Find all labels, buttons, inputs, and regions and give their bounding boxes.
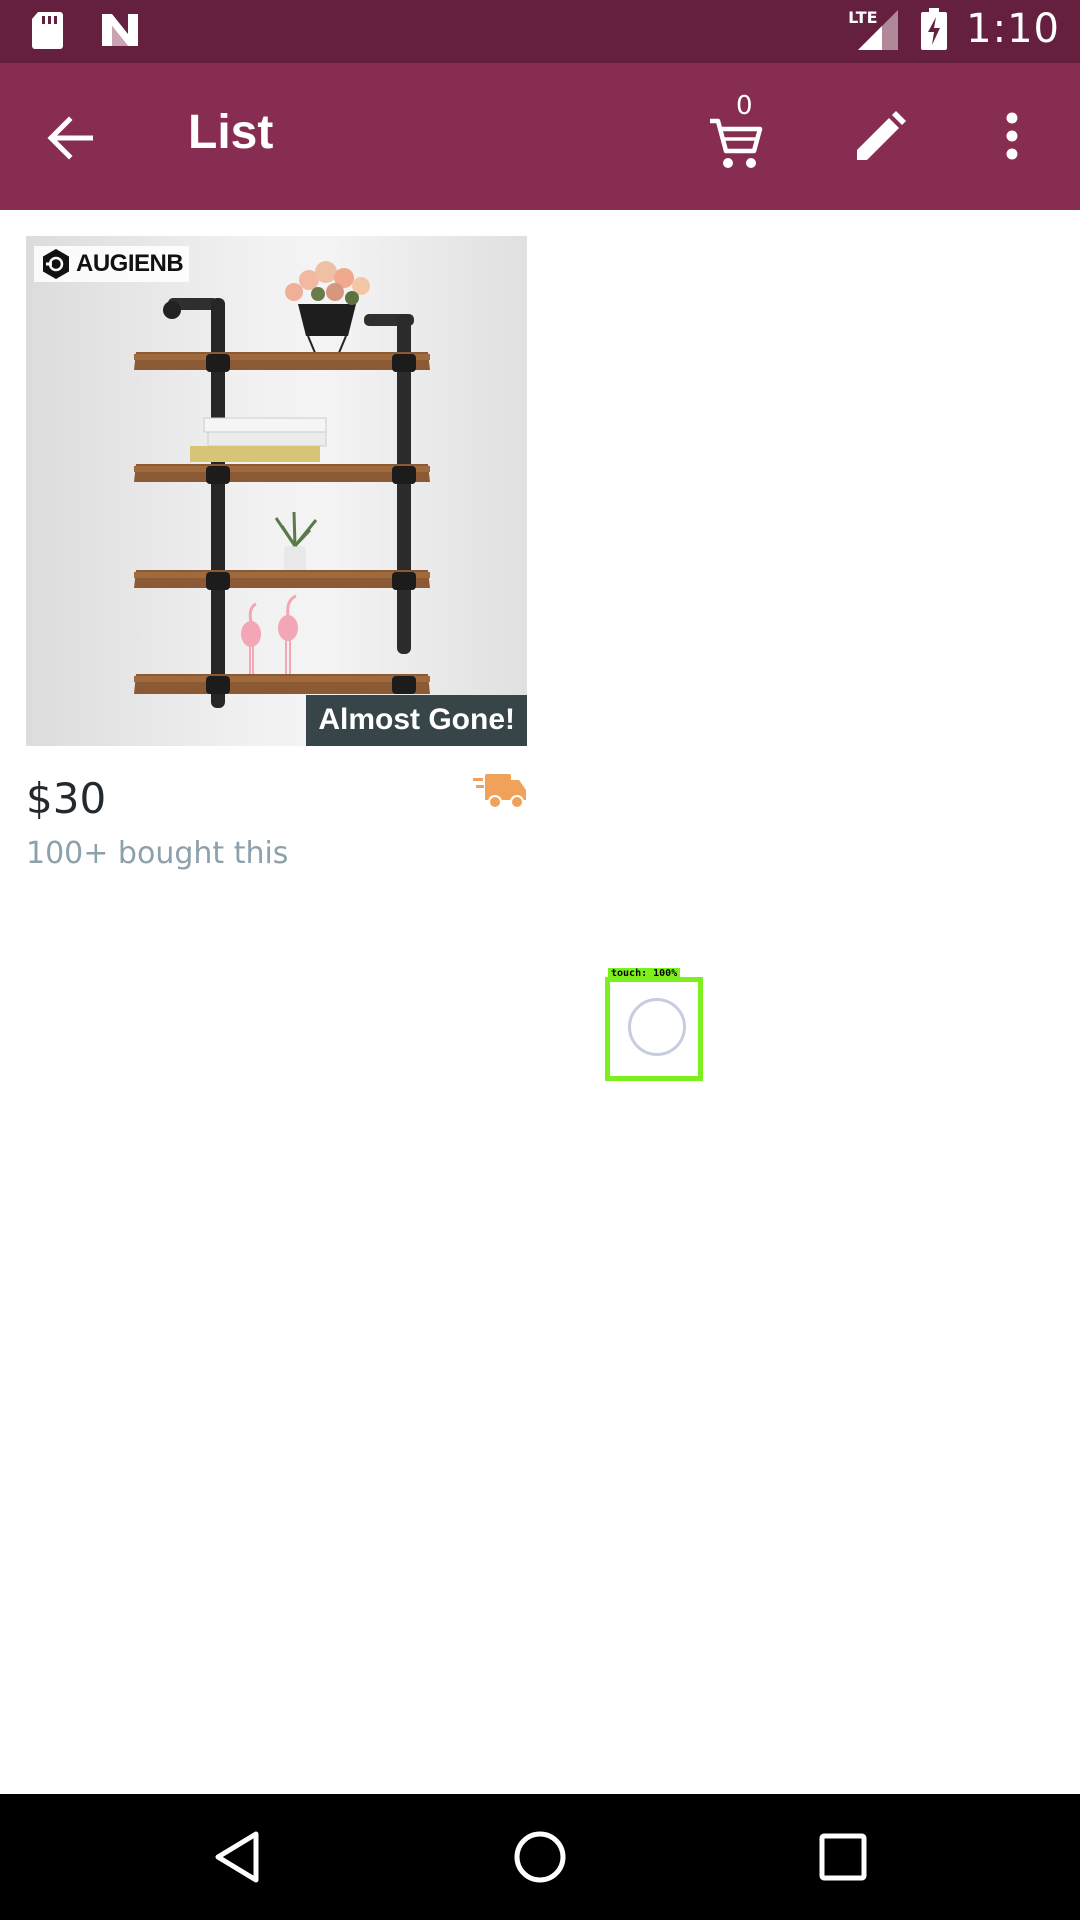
cart-button[interactable]: 0 [708, 91, 778, 177]
brand-logo: AUGIENB [34, 246, 190, 282]
status-left-icons [30, 10, 140, 50]
sd-card-icon [32, 12, 63, 49]
lte-signal-icon: LTE [848, 6, 902, 52]
edit-button[interactable] [846, 101, 916, 171]
nav-recents-icon [819, 1833, 867, 1881]
back-button[interactable] [36, 103, 106, 173]
nav-recents-button[interactable] [808, 1822, 878, 1892]
n-notification-icon [102, 14, 138, 46]
page-title: List [188, 106, 274, 159]
app-bar: List 0 [0, 63, 1080, 210]
more-options-button[interactable] [984, 101, 1040, 171]
product-price: $30 [26, 774, 107, 823]
pipe-shelf-illustration [134, 261, 430, 708]
almost-gone-badge: Almost Gone! [306, 695, 527, 746]
status-bar: LTE 1:10 [0, 0, 1080, 63]
battery-charging-icon [921, 8, 948, 50]
nav-home-button[interactable] [505, 1822, 575, 1892]
touch-ripple-circle [628, 998, 686, 1056]
more-vert-icon [1006, 112, 1018, 160]
nav-back-button[interactable] [202, 1822, 272, 1892]
navigation-bar [0, 1794, 1080, 1920]
back-arrow-icon [47, 116, 93, 160]
brand-mark-icon [43, 249, 69, 279]
nav-back-icon [215, 1831, 259, 1883]
product-image[interactable]: AUGIENB Almost Gone! [26, 236, 527, 746]
brand-name: AUGIENB [76, 250, 184, 277]
cart-icon [710, 118, 763, 168]
edit-pencil-icon [857, 111, 906, 160]
screen: LTE 1:10 List 0 AUGIENB Almost Gone! $30… [0, 0, 1080, 1920]
status-time: 1:10 [966, 6, 1060, 52]
product-card[interactable]: AUGIENB Almost Gone! $30 100+ bought thi… [26, 236, 527, 876]
fast-shipping-truck-icon [473, 774, 526, 809]
status-right-icons: LTE 1:10 [848, 6, 1060, 52]
nav-home-icon [514, 1831, 566, 1883]
bought-count: 100+ bought this [26, 836, 289, 871]
